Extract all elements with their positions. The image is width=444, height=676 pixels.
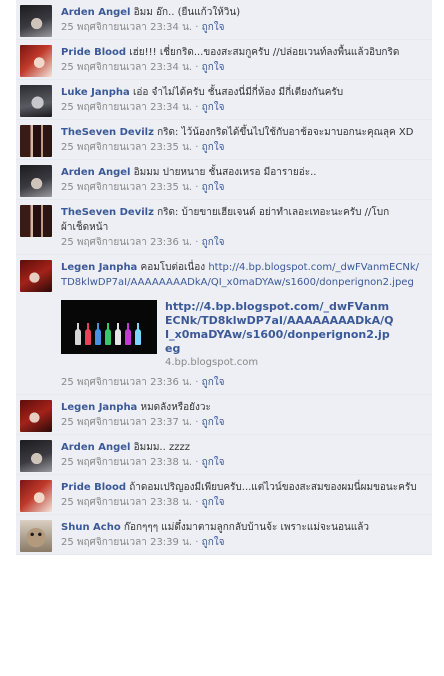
red-hair-girl-avatar[interactable]: [20, 45, 52, 77]
comment-meta: 25 พฤศจิกายนเวลา 23:34 น. · ถูกใจ: [61, 21, 424, 35]
dark-hair-boy-avatar[interactable]: [20, 5, 52, 37]
comment-author-link[interactable]: Luke Janpha: [61, 87, 130, 98]
red-hair-boy-avatar[interactable]: [20, 400, 52, 432]
comment-timestamp[interactable]: 25 พฤศจิกายนเวลา 23:38 น.: [61, 457, 192, 468]
attachment-title-link[interactable]: http://4.bp.blogspot.com/_dwFVanmECNk/TD…: [165, 300, 395, 356]
like-link[interactable]: ถูกใจ: [202, 102, 225, 113]
like-link[interactable]: ถูกใจ: [202, 182, 225, 193]
comment-text: อิมมม.. zzzz: [133, 442, 190, 453]
like-link[interactable]: ถูกใจ: [202, 497, 225, 508]
silver-hair-avatar[interactable]: [20, 85, 52, 117]
like-link[interactable]: ถูกใจ: [202, 22, 225, 33]
group-avatar[interactable]: [20, 205, 52, 237]
dark-hair-boy-avatar[interactable]: [20, 165, 52, 197]
like-link[interactable]: ถูกใจ: [202, 377, 225, 388]
comment-timestamp[interactable]: 25 พฤศจิกายนเวลา 23:34 น.: [61, 102, 192, 113]
like-link[interactable]: ถูกใจ: [202, 142, 225, 153]
red-hair-boy-avatar[interactable]: [20, 260, 52, 292]
bottle-graphic: [115, 323, 121, 345]
comment-timestamp[interactable]: 25 พฤศจิกายนเวลา 23:35 น.: [61, 182, 192, 193]
comment-author-link[interactable]: TheSeven Devilz: [61, 207, 154, 218]
comment-timestamp[interactable]: 25 พฤศจิกายนเวลา 23:36 น.: [61, 377, 192, 388]
attachment-domain: 4.bp.blogspot.com: [165, 357, 259, 368]
comment-text: กริด: ไว้น้องกริดได้ขึ้นไปใช้กับอาช้อจะม…: [157, 127, 414, 138]
link-attachment: http://4.bp.blogspot.com/_dwFVanmECNk/TD…: [61, 300, 424, 370]
comment-item: Arden Angel อิมมม ปายหนาย ชั้นสองเหรอ มี…: [16, 160, 432, 200]
comment-timestamp[interactable]: 25 พฤศจิกายนเวลา 23:39 น.: [61, 537, 192, 548]
like-link[interactable]: ถูกใจ: [202, 457, 225, 468]
comment-author-link[interactable]: Pride Blood: [61, 482, 126, 493]
comment-item: Legen Janpha หมดลังหรือยังวะ 25 พฤศจิกาย…: [16, 395, 432, 435]
comment-meta: 25 พฤศจิกายนเวลา 23:39 น. · ถูกใจ: [61, 536, 424, 550]
comment-item: TheSeven Devilz กริด: ไว้น้องกริดได้ขึ้น…: [16, 120, 432, 160]
comment-author-link[interactable]: Pride Blood: [61, 47, 126, 58]
comment-meta: 25 พฤศจิกายนเวลา 23:36 น. · ถูกใจ: [61, 376, 424, 390]
comment-text: อิมม อ๊ก.. (ยืนแก้วให้วิน): [133, 7, 241, 18]
bottle-graphic: [75, 323, 81, 345]
comment-author-link[interactable]: Arden Angel: [61, 7, 130, 18]
bottle-graphic: [95, 323, 101, 345]
comment-meta: 25 พฤศจิกายนเวลา 23:34 น. · ถูกใจ: [61, 101, 424, 115]
bottle-graphic: [85, 323, 91, 345]
like-link[interactable]: ถูกใจ: [202, 417, 225, 428]
red-hair-girl-avatar[interactable]: [20, 480, 52, 512]
like-link[interactable]: ถูกใจ: [202, 237, 225, 248]
comment-text: เฮ่ย!!! เชี่ยกริด...ของสะสมกูครับ //ปล่อ…: [129, 47, 400, 58]
comment-meta: 25 พฤศจิกายนเวลา 23:35 น. · ถูกใจ: [61, 141, 424, 155]
comment-author-link[interactable]: Arden Angel: [61, 167, 130, 178]
comment-author-link[interactable]: Arden Angel: [61, 442, 130, 453]
comment-author-link[interactable]: Legen Janpha: [61, 262, 137, 273]
comment-meta: 25 พฤศจิกายนเวลา 23:38 น. · ถูกใจ: [61, 496, 424, 510]
comment-author-link[interactable]: TheSeven Devilz: [61, 127, 154, 138]
comment-meta: 25 พฤศจิกายนเวลา 23:38 น. · ถูกใจ: [61, 456, 424, 470]
comment-text: ถ้าดอมเปริญองมีเพียบครับ...แต่ไวน์ของสะส…: [129, 482, 417, 493]
comment-meta: 25 พฤศจิกายนเวลา 23:37 น. · ถูกใจ: [61, 416, 424, 430]
comment-author-link[interactable]: Shun Acho: [61, 522, 121, 533]
comment-timestamp[interactable]: 25 พฤศจิกายนเวลา 23:38 น.: [61, 497, 192, 508]
comment-item: Legen Janpha คอมโบต่อเนื่อง http://4.bp.…: [16, 255, 432, 395]
comment-item: Luke Janpha เอ่อ จำไม่ได้ครับ ชั้นสองนี่…: [16, 80, 432, 120]
attachment-thumbnail[interactable]: [61, 300, 157, 354]
bottle-graphic: [135, 323, 141, 345]
comment-item: Shun Acho ก๊อกๆๆๆ แม่ดึ๋งมาตามลูกกลับบ้า…: [16, 515, 432, 555]
dark-hair-boy-avatar[interactable]: [20, 440, 52, 472]
comment-list: Arden Angel อิมม อ๊ก.. (ยืนแก้วให้วิน) 2…: [16, 0, 432, 555]
bottle-graphic: [105, 323, 111, 345]
comment-timestamp[interactable]: 25 พฤศจิกายนเวลา 23:35 น.: [61, 142, 192, 153]
comment-text: หมดลังหรือยังวะ: [140, 402, 211, 413]
group-avatar[interactable]: [20, 125, 52, 157]
comment-meta: 25 พฤศจิกายนเวลา 23:34 น. · ถูกใจ: [61, 61, 424, 75]
comment-item: Pride Blood เฮ่ย!!! เชี่ยกริด...ของสะสมก…: [16, 40, 432, 80]
comment-meta: 25 พฤศจิกายนเวลา 23:35 น. · ถูกใจ: [61, 181, 424, 195]
comment-timestamp[interactable]: 25 พฤศจิกายนเวลา 23:37 น.: [61, 417, 192, 428]
comment-text: คอมโบต่อเนื่อง: [140, 262, 206, 273]
comment-item: Pride Blood ถ้าดอมเปริญองมีเพียบครับ...แ…: [16, 475, 432, 515]
bottle-graphic: [125, 323, 131, 345]
comment-text: ก๊อกๆๆๆ แม่ดึ๋งมาตามลูกกลับบ้านจ้ะ เพราะ…: [123, 522, 370, 533]
cat-avatar[interactable]: [20, 520, 52, 552]
comment-text: เอ่อ จำไม่ได้ครับ ชั้นสองนี่มีกี่ห้อง มี…: [132, 87, 344, 98]
comment-item: Arden Angel อิมม อ๊ก.. (ยืนแก้วให้วิน) 2…: [16, 0, 432, 40]
like-link[interactable]: ถูกใจ: [202, 62, 225, 73]
comment-timestamp[interactable]: 25 พฤศจิกายนเวลา 23:36 น.: [61, 237, 192, 248]
comment-timestamp[interactable]: 25 พฤศจิกายนเวลา 23:34 น.: [61, 22, 192, 33]
comment-item: Arden Angel อิมมม.. zzzz 25 พฤศจิกายนเวล…: [16, 435, 432, 475]
like-link[interactable]: ถูกใจ: [202, 537, 225, 548]
comment-author-link[interactable]: Legen Janpha: [61, 402, 137, 413]
comment-timestamp[interactable]: 25 พฤศจิกายนเวลา 23:34 น.: [61, 62, 192, 73]
comment-text: อิมมม ปายหนาย ชั้นสองเหรอ มีอารายอ่ะ..: [133, 167, 317, 178]
comment-meta: 25 พฤศจิกายนเวลา 23:36 น. · ถูกใจ: [61, 236, 424, 250]
comment-item: TheSeven Devilz กริด: บ้ายขายเฮียเจนด์ อ…: [16, 200, 432, 255]
